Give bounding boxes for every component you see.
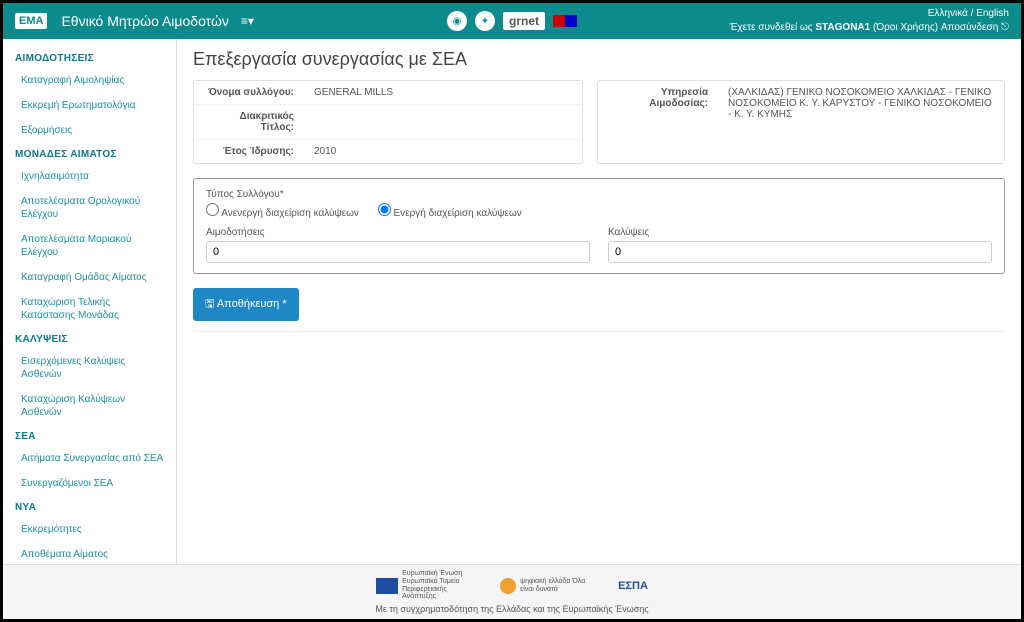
footer: Ευρωπαϊκή Ένωση Ευρωπαϊκό Ταμείο Περιφερ… (3, 564, 1021, 619)
save-button[interactable]: 🖫 Αποθήκευση * (193, 288, 299, 321)
save-icon: 🖫 (205, 298, 217, 310)
radio-inactive-text: Ανενεργή διαχείριση καλύψεων (221, 208, 359, 219)
radio-active-text: Ενεργή διαχείριση καλύψεων (393, 208, 521, 219)
sidebar-item[interactable]: Αποθέματα Αίματος (3, 542, 176, 564)
club-info-panel: Όνομα συλλόγου: GENERAL MILLS Διακριτικό… (193, 80, 583, 164)
digital-greece-text: ψηφιακή ελλάδα Όλα είναι δυνατά (520, 578, 590, 593)
partner-logo-2-icon: ✦ (475, 11, 495, 31)
digital-greece-icon (500, 578, 516, 594)
sidebar-item[interactable]: Καταχώριση Τελικής Κατάστασης Μονάδας (3, 290, 176, 328)
sidebar-item[interactable]: Εκκρεμότητες (3, 517, 176, 542)
sidebar-item[interactable]: Εξορμήσεις (3, 118, 176, 143)
coverages-input[interactable] (608, 241, 992, 263)
footer-copyright: Με τη συγχρηματοδότηση της Ελλάδας και τ… (8, 604, 1016, 614)
espa-group: ΕΣΠΑ (618, 580, 648, 592)
partner-logo-1-icon: ◉ (447, 11, 467, 31)
sidebar-item[interactable]: Αποτελέσματα Ορολογικού Ελέγχου (3, 189, 176, 227)
divider (193, 331, 1005, 332)
sidebar-item[interactable]: Εκκρεμή Ερωτηματολόγια (3, 93, 176, 118)
eu-logo-group: Ευρωπαϊκή Ένωση Ευρωπαϊκό Ταμείο Περιφερ… (376, 570, 472, 601)
username: STAGONA1 (815, 22, 870, 33)
distinct-title-label: Διακριτικός Τίτλος: (194, 105, 304, 140)
espa-label: ΕΣΠΑ (618, 580, 648, 592)
service-value: (ΧΑΛΚΙΔΑΣ) ΓΕΝΙΚΟ ΝΟΣΟΚΟΜΕΙΟ ΧΑΛΚΙΔΑΣ - … (718, 81, 1004, 126)
save-button-label: Αποθήκευση * (217, 298, 287, 310)
sidebar: ΑΙΜΟΔΟΤΗΣΕΙΣ Καταγραφή Αιμοληψίας Εκκρεμ… (3, 39, 177, 564)
founding-year-value: 2010 (304, 140, 582, 164)
header-center-logos: ◉ ✦ grnet (447, 11, 577, 31)
radio-active[interactable] (378, 203, 391, 216)
sidebar-item[interactable]: Καταγραφή Αιμοληψίας (3, 68, 176, 93)
app-header: EMA Εθνικό Μητρώο Αιμοδοτών ≡▾ ◉ ✦ grnet… (3, 3, 1021, 39)
sidebar-item[interactable]: Καταγραφή Ομάδας Αίματος (3, 265, 176, 290)
edit-form: Τύπος Συλλόγου* Ανενεργή διαχείριση καλύ… (193, 178, 1005, 274)
digital-greece-group: ψηφιακή ελλάδα Όλα είναι δυνατά (500, 578, 590, 594)
radio-active-label[interactable]: Ενεργή διαχείριση καλύψεων (378, 208, 522, 219)
sidebar-section-header: ΜΟΝΑΔΕΣ ΑΙΜΑΤΟΣ (3, 143, 176, 164)
logout-link[interactable]: Αποσύνδεση (941, 22, 998, 33)
sidebar-section-header: ΚΑΛΥΨΕΙΣ (3, 328, 176, 349)
flag-swatch-icon (553, 15, 577, 27)
sidebar-section-header: ΑΙΜΟΔΟΤΗΣΕΙΣ (3, 47, 176, 68)
login-prefix: Έχετε συνδεθεί ως (730, 22, 816, 33)
radio-inactive-label[interactable]: Ανενεργή διαχείριση καλύψεων (206, 208, 362, 219)
donations-label: Αιμοδοτήσεις (206, 227, 590, 238)
sidebar-item[interactable]: Αιτήματα Συνεργασίας από ΣΕΑ (3, 446, 176, 471)
radio-inactive[interactable] (206, 203, 219, 216)
header-right: Ελληνικά / English Έχετε συνδεθεί ως STA… (730, 7, 1009, 35)
hamburger-toggle-icon[interactable]: ≡▾ (241, 14, 254, 28)
club-name-value: GENERAL MILLS (304, 81, 582, 105)
club-name-label: Όνομα συλλόγου: (194, 81, 304, 105)
terms-link[interactable]: (Όροι Χρήσης) (870, 22, 941, 33)
grnet-label: grnet (503, 12, 545, 30)
founding-year-label: Έτος Ίδρυσης: (194, 140, 304, 164)
club-type-label: Τύπος Συλλόγου* (206, 189, 992, 200)
page-title: Επεξεργασία συνεργασίας με ΣΕΑ (193, 49, 1005, 70)
sidebar-item[interactable]: Εισερχόμενες Καλύψεις Ασθενών (3, 349, 176, 387)
sidebar-item[interactable]: Αποτελέσματα Μοριακού Ελέγχου (3, 227, 176, 265)
logo-badge: EMA (15, 13, 47, 29)
sidebar-section-header: ΣΕΑ (3, 425, 176, 446)
sidebar-item[interactable]: Καταχώριση Καλύψεων Ασθενών (3, 387, 176, 425)
service-panel: Υπηρεσία Αιμοδοσίας: (ΧΑΛΚΙΔΑΣ) ΓΕΝΙΚΟ Ν… (597, 80, 1005, 164)
language-switch[interactable]: Ελληνικά / English (928, 8, 1009, 19)
sidebar-item[interactable]: Συνεργαζόμενοι ΣΕΑ (3, 471, 176, 496)
eu-text: Ευρωπαϊκή Ένωση Ευρωπαϊκό Ταμείο Περιφερ… (402, 570, 472, 601)
main-content: Επεξεργασία συνεργασίας με ΣΕΑ Όνομα συλ… (177, 39, 1021, 564)
sidebar-item[interactable]: Ιχνηλασιμότητα (3, 164, 176, 189)
donations-input[interactable] (206, 241, 590, 263)
service-label: Υπηρεσία Αιμοδοσίας: (598, 81, 718, 126)
distinct-title-value (304, 105, 582, 140)
app-title: Εθνικό Μητρώο Αιμοδοτών (61, 13, 228, 29)
logout-icon[interactable]: ⎋ (998, 22, 1009, 33)
eu-flag-icon (376, 578, 398, 594)
sidebar-section-header: ΝΥΑ (3, 496, 176, 517)
app-logo: EMA Εθνικό Μητρώο Αιμοδοτών ≡▾ (15, 13, 254, 29)
coverages-label: Καλύψεις (608, 227, 992, 238)
